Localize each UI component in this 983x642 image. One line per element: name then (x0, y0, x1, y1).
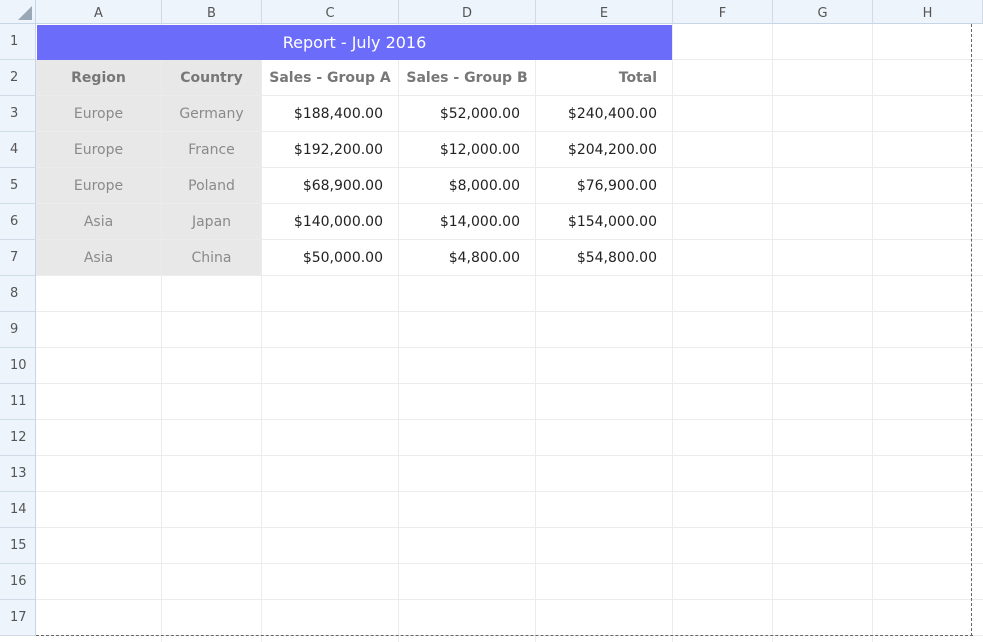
cell-country[interactable]: Japan (162, 204, 262, 240)
row-header-3[interactable]: 3 (0, 96, 36, 132)
cell-region[interactable]: Asia (36, 204, 162, 240)
cell-sales-a[interactable]: $140,000.00 (262, 204, 399, 240)
cell-country[interactable]: China (162, 240, 262, 276)
cell-sales-a[interactable]: $50,000.00 (262, 240, 399, 276)
cell-sales-b[interactable]: $52,000.00 (399, 96, 536, 132)
cell-total[interactable]: $154,000.00 (536, 204, 673, 240)
cell-total[interactable]: $76,900.00 (536, 168, 673, 204)
cell-country[interactable]: France (162, 132, 262, 168)
row-header-11[interactable]: 11 (0, 384, 36, 420)
column-header-f[interactable]: F (673, 0, 773, 24)
header-sales-b[interactable]: Sales - Group B (399, 60, 536, 96)
row-header-5[interactable]: 5 (0, 168, 36, 204)
row-header-2[interactable]: 2 (0, 60, 36, 96)
cell-sales-b[interactable]: $14,000.00 (399, 204, 536, 240)
row-header-8[interactable]: 8 (0, 276, 36, 312)
page-break-horizontal (36, 635, 973, 636)
cell-total[interactable]: $240,400.00 (536, 96, 673, 132)
cell-sales-a[interactable]: $192,200.00 (262, 132, 399, 168)
row-header-14[interactable]: 14 (0, 492, 36, 528)
cell-region[interactable]: Europe (36, 96, 162, 132)
spreadsheet: A B C D E F G H 1 2 3 4 5 6 7 8 9 10 11 … (0, 0, 983, 642)
row-header-7[interactable]: 7 (0, 240, 36, 276)
select-all-icon (18, 6, 32, 20)
row-header-17[interactable]: 17 (0, 600, 36, 636)
cell-sales-a[interactable]: $188,400.00 (262, 96, 399, 132)
row-header-4[interactable]: 4 (0, 132, 36, 168)
header-total[interactable]: Total (536, 60, 673, 96)
report-title-cell[interactable]: Report - July 2016 (37, 25, 672, 60)
row-header-16[interactable]: 16 (0, 564, 36, 600)
cell-country[interactable]: Poland (162, 168, 262, 204)
header-sales-a[interactable]: Sales - Group A (262, 60, 399, 96)
row-header-12[interactable]: 12 (0, 420, 36, 456)
select-all-corner[interactable] (0, 0, 36, 24)
column-header-b[interactable]: B (162, 0, 262, 24)
cell-country[interactable]: Germany (162, 96, 262, 132)
row-header-15[interactable]: 15 (0, 528, 36, 564)
cell-total[interactable]: $204,200.00 (536, 132, 673, 168)
page-break-vertical (971, 24, 972, 636)
cell-region[interactable]: Asia (36, 240, 162, 276)
row-header-13[interactable]: 13 (0, 456, 36, 492)
row-header-6[interactable]: 6 (0, 204, 36, 240)
column-header-c[interactable]: C (262, 0, 399, 24)
cell-sales-b[interactable]: $4,800.00 (399, 240, 536, 276)
header-country[interactable]: Country (162, 60, 262, 96)
cell-total[interactable]: $54,800.00 (536, 240, 673, 276)
cell-sales-b[interactable]: $8,000.00 (399, 168, 536, 204)
row-header-9[interactable]: 9 (0, 312, 36, 348)
column-header-e[interactable]: E (536, 0, 673, 24)
cell-sales-b[interactable]: $12,000.00 (399, 132, 536, 168)
row-header-10[interactable]: 10 (0, 348, 36, 384)
cell-region[interactable]: Europe (36, 168, 162, 204)
column-header-d[interactable]: D (399, 0, 536, 24)
header-region[interactable]: Region (36, 60, 162, 96)
column-header-h[interactable]: H (873, 0, 983, 24)
row-header-1[interactable]: 1 (0, 24, 36, 60)
cell-sales-a[interactable]: $68,900.00 (262, 168, 399, 204)
cell-region[interactable]: Europe (36, 132, 162, 168)
column-header-g[interactable]: G (773, 0, 873, 24)
column-header-a[interactable]: A (36, 0, 162, 24)
